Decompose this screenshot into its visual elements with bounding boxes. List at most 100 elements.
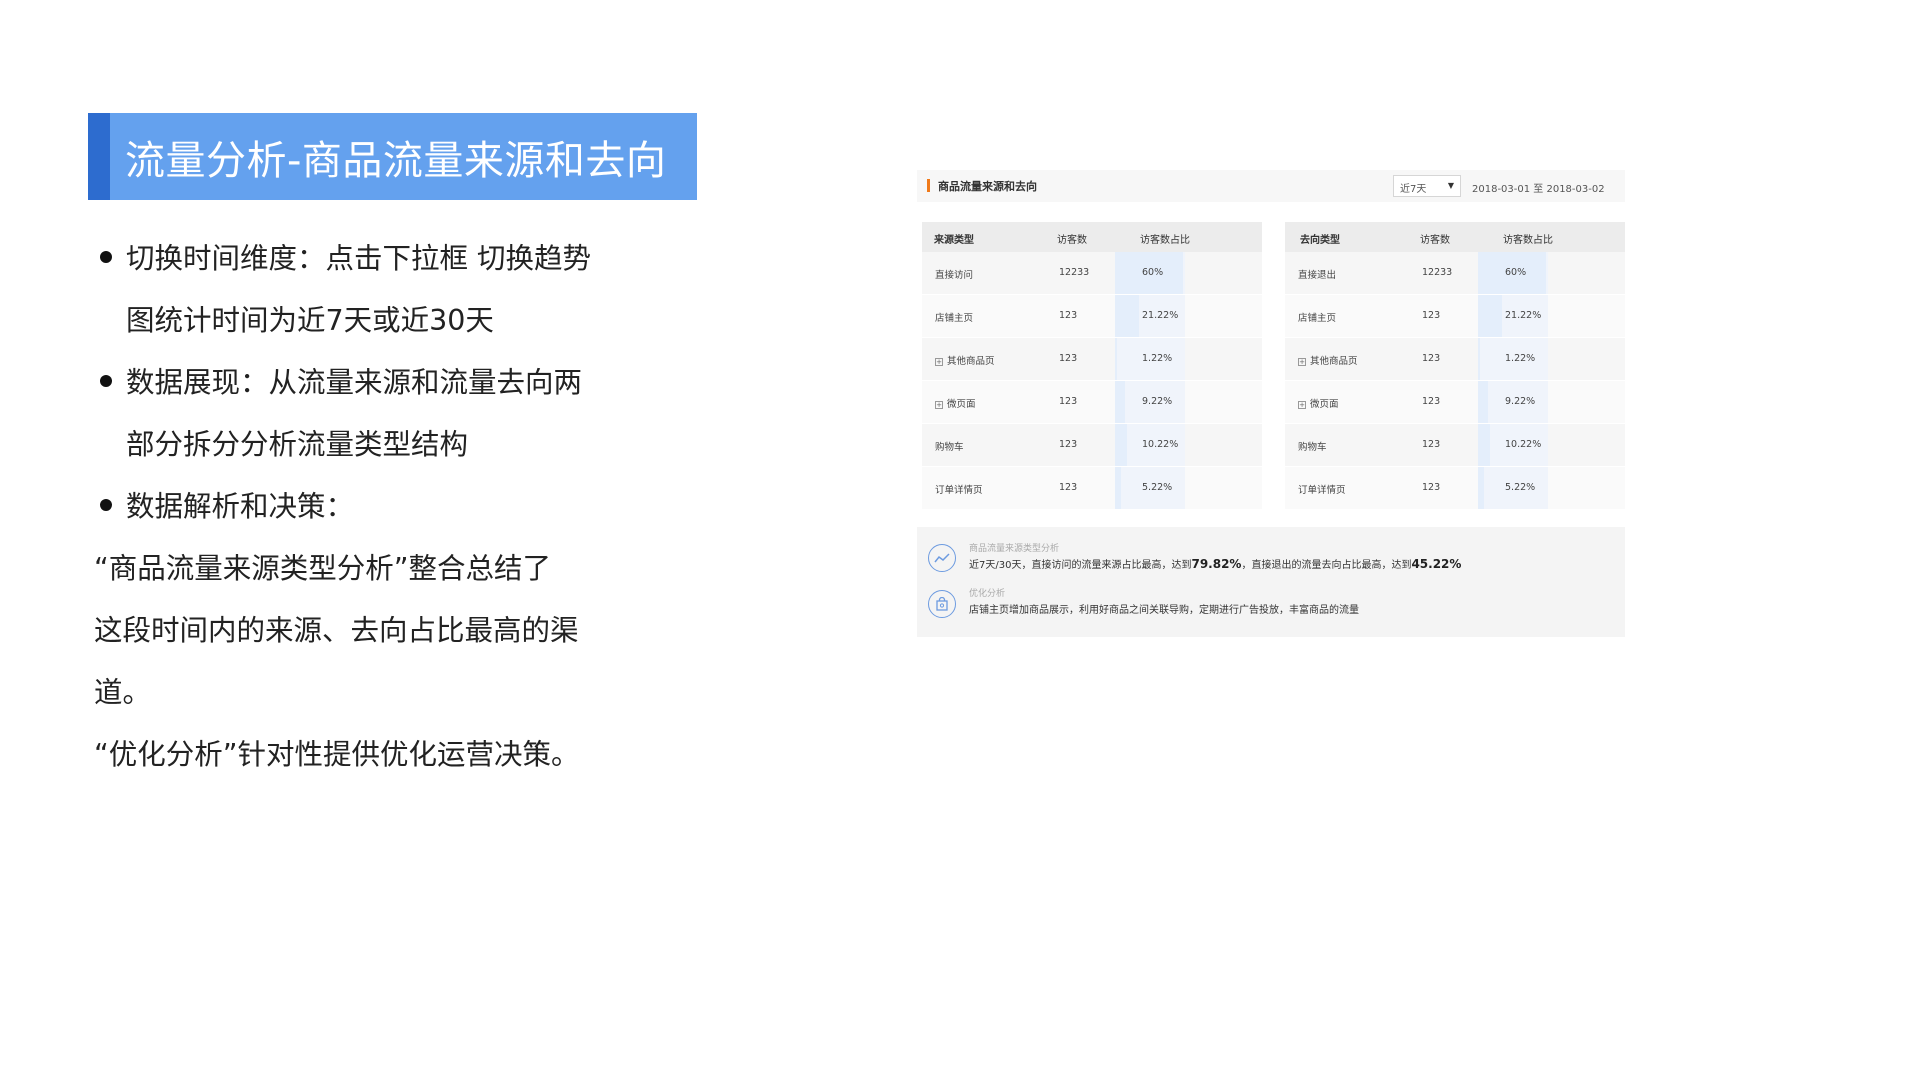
row-name-text: 订单详情页 [935,485,983,496]
row-name-text: 微页面 [1310,399,1339,410]
row-visitors: 12233 [1422,267,1453,278]
ratio-bar-fill [1115,467,1121,509]
row-name: 店铺主页 [935,310,973,324]
row-name-text: 订单详情页 [1298,485,1346,496]
ratio-bar-fill [1115,381,1125,423]
body-line: “优化分析”针对性提供优化运营决策。 [94,738,580,771]
row-visitors: 123 [1059,353,1078,364]
row-name[interactable]: + 其他商品页 [935,353,995,367]
bullet-dot [100,251,112,263]
row-name: 直接退出 [1298,267,1336,281]
analysis-label: 商品流量来源类型分析 [969,544,1060,554]
row-name[interactable]: + 微页面 [1298,396,1339,410]
row-ratio: 60% [1142,267,1164,278]
table-row: 店铺主页 123 21.22% [1285,295,1625,337]
expand-icon[interactable]: + [935,357,943,366]
row-name[interactable]: + 其他商品页 [1298,353,1358,367]
table-row: 直接退出 12233 60% [1285,252,1625,294]
row-name: 订单详情页 [1298,482,1346,496]
row-ratio: 1.22% [1505,353,1536,364]
row-ratio: 21.22% [1142,310,1179,321]
table-row: + 其他商品页 123 1.22% [1285,338,1625,380]
body-line: 图统计时间为近7天或近30天 [126,304,494,337]
row-name-text: 店铺主页 [1298,313,1337,324]
column-header: 访客数 [1420,235,1450,246]
slide-title-banner: 流量分析-商品流量来源和去向 [88,113,697,200]
traffic-panel: 商品流量来源和去向 近7天 ▼ 2018-03-01 至 2018-03-02 … [917,170,1625,640]
row-ratio: 10.22% [1505,439,1542,450]
header-accent [927,179,930,192]
body-line: 这段时间内的来源、去向占比最高的渠 [94,614,579,647]
table-row: 购物车 123 10.22% [922,424,1262,466]
destination-table: 去向类型 访客数 访客数占比 直接退出 12233 60% 店铺主页 123 21.22%… [1285,222,1625,512]
body-line: 数据解析和决策： [126,490,355,523]
analysis-text: 近7天/30天，直接访问的流量来源占比最高，达到79.82%，直接退出的流量去向… [969,557,1462,571]
row-name: 店铺主页 [1298,310,1336,324]
optimize-label: 优化分析 [969,589,1006,599]
insights-box: 商品流量来源类型分析 近7天/30天，直接访问的流量来源占比最高，达到79.82… [917,527,1625,637]
row-name-text: 直接退出 [1298,270,1337,281]
ratio-bar-fill [1478,338,1480,380]
row-name[interactable]: + 微页面 [935,396,976,410]
row-name-text: 购物车 [1298,442,1327,453]
body-line: 道。 [94,676,152,709]
table-row: 订单详情页 123 5.22% [922,467,1262,509]
row-name-text: 直接访问 [935,270,974,281]
row-name: 直接访问 [935,267,973,281]
body-line: “商品流量来源类型分析”整合总结了 [94,552,552,585]
body-line: 数据展现：从流量来源和流量去向两 [126,366,583,399]
row-visitors: 123 [1059,482,1078,493]
column-header: 来源类型 [934,235,974,246]
row-visitors: 12233 [1059,267,1090,278]
row-visitors: 123 [1059,310,1078,321]
table-row: 店铺主页 123 21.22% [922,295,1262,337]
row-visitors: 123 [1059,439,1078,450]
expand-icon[interactable]: + [1298,400,1306,409]
destination-table-header: 去向类型 访客数 访客数占比 [1285,222,1625,252]
row-ratio: 9.22% [1505,396,1536,407]
title-accent-bar [88,113,110,200]
column-header: 去向类型 [1300,235,1340,246]
table-row: + 微页面 123 9.22% [1285,381,1625,423]
panel-title: 商品流量来源和去向 [938,180,1037,193]
row-ratio: 60% [1505,267,1527,278]
row-ratio: 10.22% [1142,439,1179,450]
table-row: 直接访问 12233 60% [922,252,1262,294]
row-name-text: 其他商品页 [947,356,995,367]
column-header: 访客数占比 [1140,235,1190,246]
chevron-down-icon: ▼ [1447,181,1454,190]
row-visitors: 123 [1422,353,1441,364]
slide-title: 流量分析-商品流量来源和去向 [125,137,667,184]
table-row: + 其他商品页 123 1.22% [922,338,1262,380]
period-select-value: 近7天 [1400,184,1427,195]
optimize-text: 店铺主页增加商品展示，利用好商品之间关联导购，定期进行广告投放，丰富商品的流量 [969,605,1359,616]
row-name-text: 购物车 [935,442,964,453]
row-visitors: 123 [1422,482,1441,493]
row-ratio: 21.22% [1505,310,1542,321]
line-chart-icon [928,544,956,572]
row-name: 购物车 [1298,439,1327,453]
row-ratio: 5.22% [1142,482,1173,493]
column-header: 访客数占比 [1503,235,1553,246]
date-range: 2018-03-01 至 2018-03-02 [1472,184,1605,195]
row-name: 购物车 [935,439,964,453]
expand-icon[interactable]: + [935,400,943,409]
table-row: + 微页面 123 9.22% [922,381,1262,423]
row-visitors: 123 [1422,439,1441,450]
row-name: 订单详情页 [935,482,983,496]
ratio-bar-fill [1115,338,1117,380]
source-table-header: 来源类型 访客数 访客数占比 [922,222,1262,252]
row-ratio: 1.22% [1142,353,1173,364]
table-row: 订单详情页 123 5.22% [1285,467,1625,509]
column-header: 访客数 [1057,235,1087,246]
body-line: 部分拆分分析流量类型结构 [126,428,469,461]
ratio-bar-fill [1478,295,1502,337]
bullet-dot [100,375,112,387]
period-select[interactable]: 近7天 ▼ [1393,175,1461,197]
row-ratio: 5.22% [1505,482,1536,493]
bag-icon [928,590,956,618]
panel-header: 商品流量来源和去向 近7天 ▼ 2018-03-01 至 2018-03-02 [917,170,1625,202]
expand-icon[interactable]: + [1298,357,1306,366]
bullet-dot [100,499,112,511]
row-name-text: 微页面 [947,399,976,410]
